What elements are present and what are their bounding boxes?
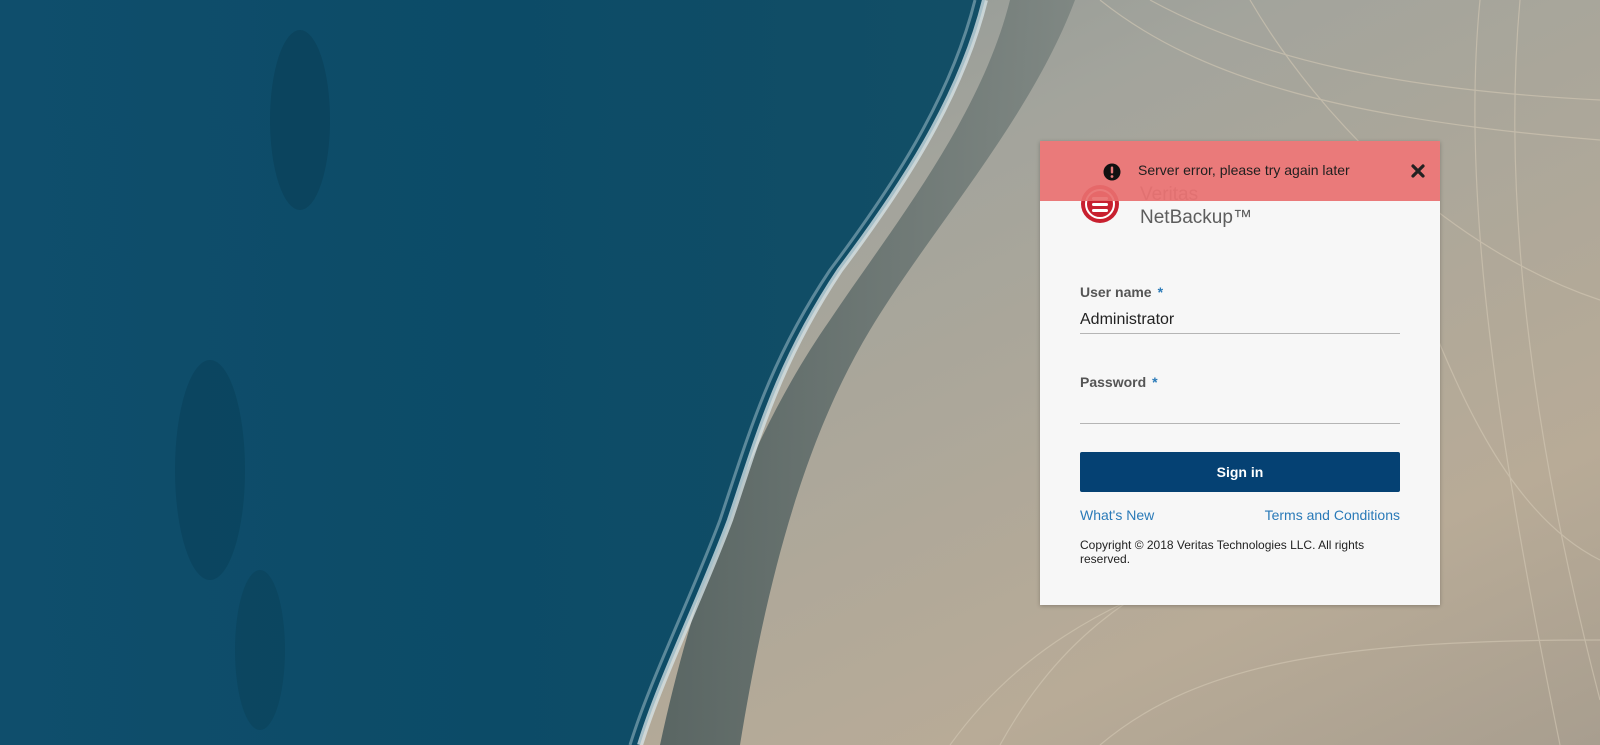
password-label: Password * [1080,374,1158,390]
close-icon[interactable] [1407,160,1429,182]
login-card: Veritas NetBackup™ Server error, please … [1040,141,1440,605]
username-input[interactable] [1080,307,1400,334]
terms-link[interactable]: Terms and Conditions [1265,507,1400,523]
product-name: NetBackup™ [1140,207,1252,228]
error-alert: Server error, please try again later [1040,141,1440,201]
required-mark: * [1152,374,1158,390]
whats-new-link[interactable]: What's New [1080,507,1154,523]
required-mark: * [1157,284,1164,300]
exclamation-circle-icon [1103,163,1121,181]
sign-in-button[interactable]: Sign in [1080,452,1400,492]
username-label: User name * [1080,284,1163,300]
copyright-text: Copyright © 2018 Veritas Technologies LL… [1080,538,1365,566]
password-label-text: Password [1080,374,1147,390]
username-label-text: User name [1080,284,1152,300]
password-input[interactable] [1080,397,1400,424]
alert-message: Server error, please try again later [1138,162,1350,178]
